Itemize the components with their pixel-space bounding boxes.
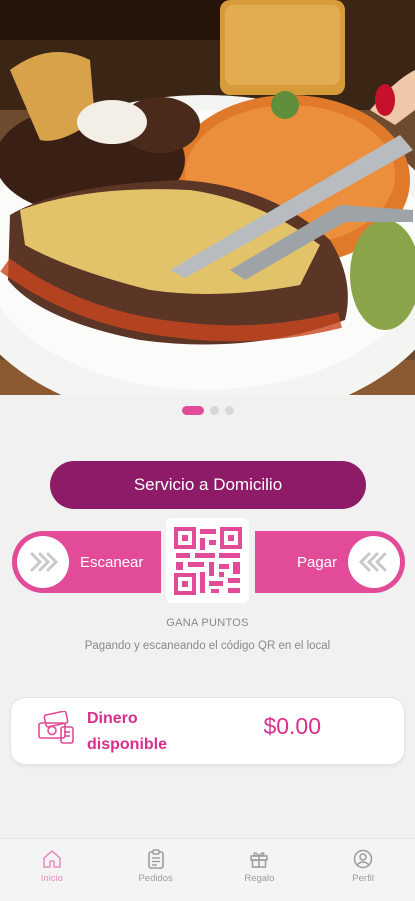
user-circle-icon [353, 849, 373, 869]
home-icon [43, 850, 61, 868]
qr-code-icon [173, 526, 242, 595]
tab-label: Pedidos [138, 873, 173, 884]
double-chevron-right-icon [17, 536, 69, 588]
tab-perfil[interactable]: Perfil [311, 839, 415, 901]
pay-button[interactable]: Pagar [255, 531, 405, 593]
carousel-dot[interactable] [224, 406, 234, 415]
carousel-indicator [0, 406, 415, 415]
qr-code-button[interactable] [166, 518, 249, 603]
pay-label: Pagar [296, 553, 337, 571]
scan-button[interactable]: Escanear [12, 531, 161, 593]
bottom-tab-bar: Inicio Pedidos Regalo Perfil [0, 838, 415, 901]
available-money-label: Dinero disponible [87, 710, 167, 753]
tab-regalo[interactable]: Regalo [208, 839, 312, 901]
carousel-dot[interactable] [209, 406, 219, 415]
available-money-card[interactable]: Dinero disponible $0.00 [11, 698, 404, 764]
gift-icon [250, 852, 269, 868]
available-money-value: $0.00 [263, 713, 321, 739]
scan-label: Escanear [80, 553, 144, 571]
tab-inicio[interactable]: Inicio [0, 839, 104, 901]
tab-label: Perfil [352, 873, 374, 884]
points-title: GANA PUNTOS [166, 617, 249, 629]
delivery-service-button[interactable]: Servicio a Domicilio [50, 461, 366, 509]
double-chevron-left-icon [348, 536, 400, 588]
points-subtitle: Pagando y escaneando el código QR en el … [84, 640, 331, 652]
carousel-dot-active[interactable] [181, 406, 204, 415]
tab-label: Inicio [40, 873, 63, 884]
hero-food-image[interactable] [0, 0, 415, 395]
tab-label: Regalo [244, 873, 275, 884]
cash-icon [37, 710, 75, 750]
delivery-service-label: Servicio a Domicilio [133, 475, 283, 494]
tab-pedidos[interactable]: Pedidos [104, 839, 208, 901]
clipboard-icon [147, 849, 164, 869]
